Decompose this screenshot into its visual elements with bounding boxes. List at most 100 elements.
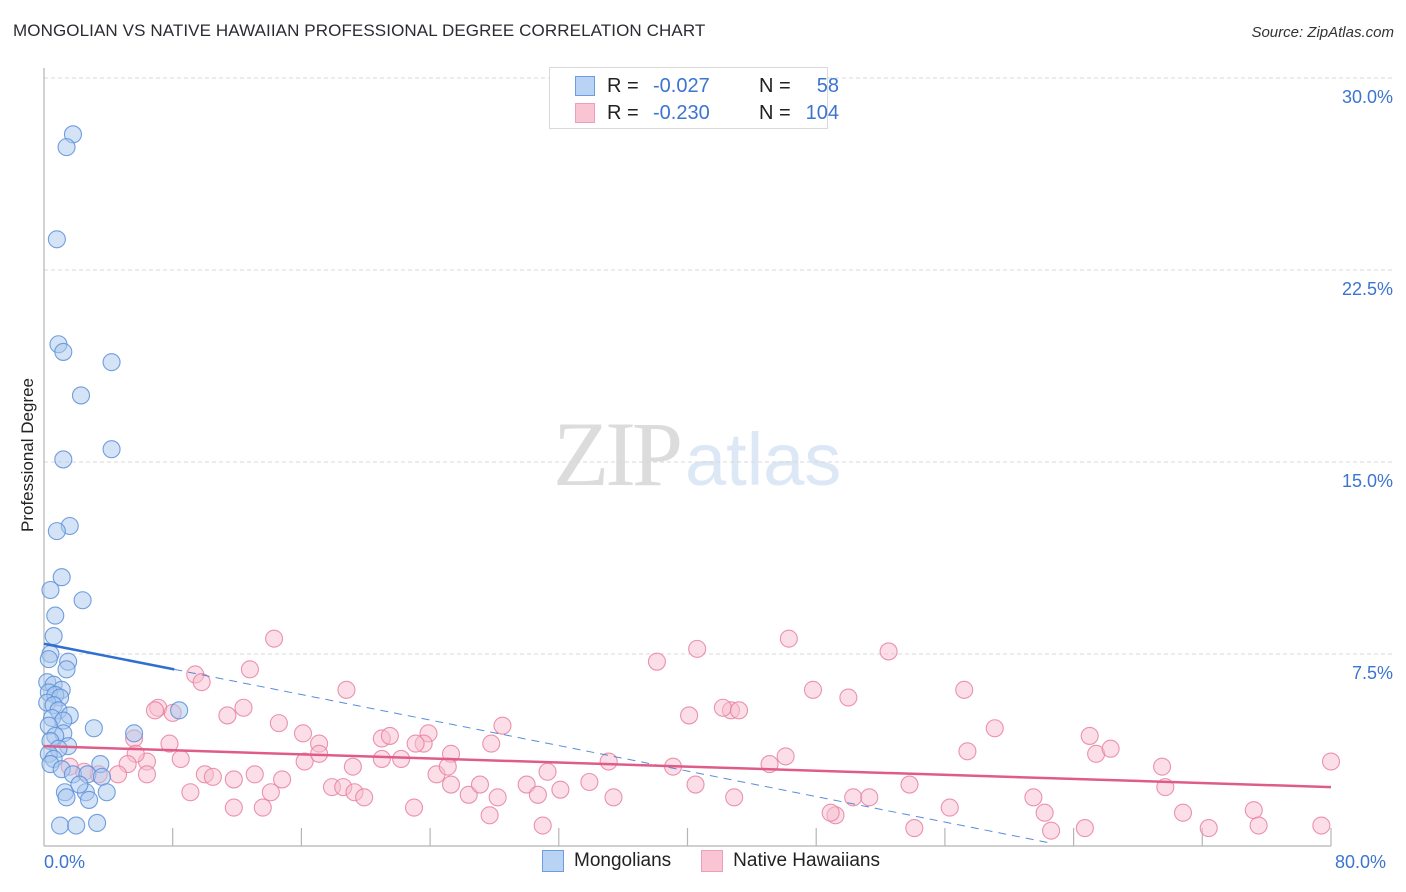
legend-row-mongolians: R = -0.027 N = 58 [575,73,839,99]
mongolians-point [57,138,76,157]
native-hawaiians-points [60,629,1341,840]
mongolians-point [92,767,111,786]
native-hawaiians-point [680,706,699,725]
native-hawaiians-point [879,642,898,661]
native-hawaiians-point [860,788,879,807]
mongolians-point [44,627,63,646]
native-hawaiians-point [538,762,557,781]
native-hawaiians-point [218,706,237,725]
native-hawaiians-point [940,798,959,817]
native-hawaiians-point [181,783,200,802]
y-tick-label: 7.5% [1351,663,1393,683]
native-hawaiians-point [337,680,356,699]
r-value: -0.027 [653,74,710,97]
native-hawaiians-point [1042,821,1061,840]
native-hawaiians-point [406,734,425,753]
mongolians-point [125,724,144,743]
native-hawaiians-point [404,798,424,817]
correlation-legend: R = -0.027 N = 58 R = -0.230 N = 104 [549,67,839,129]
native-hawaiians-point [599,752,618,771]
native-hawaiians-point [776,747,795,766]
native-hawaiians-point [343,757,362,776]
native-hawaiians-swatch [701,850,724,872]
native-hawaiians-point [245,765,264,784]
native-hawaiians-point [482,734,501,753]
mongolians-point [102,353,121,372]
mongolians-point [170,701,189,720]
native-hawaiians-point [1035,803,1054,822]
native-hawaiians-point [985,719,1004,738]
native-hawaiians-point [1244,801,1263,820]
mongolians-point [46,606,65,625]
mongolians-swatch [575,76,595,96]
mongolians-point [51,816,70,835]
legend-item-native-hawaiians[interactable]: Native Hawaiians [701,850,880,872]
mongolians-point [70,775,89,794]
n-label: N = [759,74,791,97]
native-hawaiians-point [551,780,570,799]
mongolians-point [84,719,103,738]
native-hawaiians-point [713,698,732,717]
series-legend: Mongolians Native Hawaiians [542,850,910,872]
native-hawaiians-point [470,775,490,794]
native-hawaiians-point [145,701,165,720]
mongolians-point [88,813,107,833]
native-hawaiians-point [688,639,707,658]
native-hawaiians-point [261,783,280,802]
native-hawaiians-point [779,629,798,648]
native-hawaiians-point [269,714,288,733]
native-hawaiians-point [293,724,313,743]
native-hawaiians-point [839,688,858,707]
gridlines [44,77,1392,655]
native-hawaiians-point [958,742,977,761]
legend-item-mongolians[interactable]: Mongolians [542,850,671,872]
n-label: N = [759,101,791,124]
native-hawaiians-point [265,629,284,648]
y-axis-label: Professional Degree [18,377,37,533]
native-hawaiians-point [380,726,399,745]
native-hawaiians-point [580,772,599,792]
native-hawaiians-point [480,806,499,825]
mongolians-points [38,125,189,835]
native-hawaiians-point [725,788,744,807]
mongolians-point [47,522,66,541]
native-hawaiians-point [528,785,547,804]
native-hawaiians-point [224,798,243,817]
r-label: R = [607,101,639,124]
mongolians-point [67,816,86,835]
native-hawaiians-point [224,770,243,789]
y-tick-label: 22.5% [1341,279,1393,299]
mongolians-point [97,783,116,802]
native-hawaiians-point [647,652,666,671]
native-hawaiians-point [803,680,823,699]
mongolians-point [57,660,76,679]
mongolians-point [54,342,73,361]
native-hawaiians-point [203,767,222,786]
mongolians-point [102,440,121,459]
native-hawaiians-point [234,698,253,717]
native-hawaiians-point [1321,752,1341,771]
axes [43,68,1332,847]
y-tick-label: 30.0% [1341,87,1393,107]
native-hawaiians-point [108,765,128,784]
native-hawaiians-point [1080,726,1099,745]
mongolians-point [71,386,91,405]
native-hawaiians-point [844,788,863,807]
native-hawaiians-point [955,680,974,699]
native-hawaiians-point [441,775,461,794]
x-tick-label-min: 0.0% [44,852,86,872]
y-tick-label: 15.0% [1341,471,1393,491]
r-value: -0.230 [653,101,710,124]
native-hawaiians-point [240,660,259,679]
mongolians-point [57,788,76,807]
native-hawaiians-point [1153,757,1172,776]
mongolians-point [73,591,92,610]
native-hawaiians-point [1075,819,1094,838]
native-hawaiians-point [533,816,552,835]
mongolians-point [47,230,66,249]
native-hawaiians-point [137,765,157,784]
mongolians-point [79,790,99,809]
r-label: R = [607,74,639,97]
native-hawaiians-point [900,775,919,794]
native-hawaiians-point [488,788,507,807]
